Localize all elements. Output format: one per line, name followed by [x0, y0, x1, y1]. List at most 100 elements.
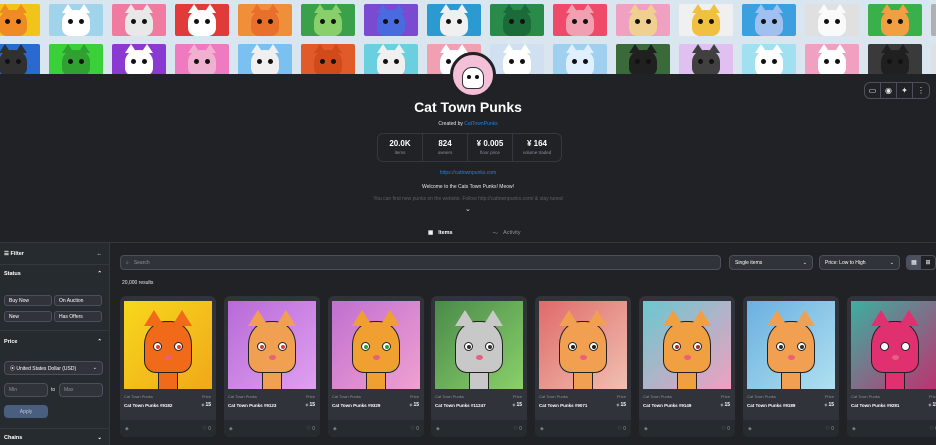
item-name[interactable]: Cat Town Punks #9149: [643, 403, 691, 408]
price-max-input[interactable]: Max: [59, 383, 103, 397]
status-has-offers-button[interactable]: Has Offers: [54, 311, 102, 322]
item-card[interactable]: Cat Town Punks Cat Town Punks #9182 Price ◆…: [120, 296, 216, 437]
item-image[interactable]: [851, 301, 936, 389]
sort-value: Price: Low to High: [825, 259, 866, 266]
item-name[interactable]: Cat Town Punks #9281: [851, 403, 899, 408]
filter-header[interactable]: ☰ Filter ←: [0, 249, 110, 259]
item-card[interactable]: Cat Town Punks Cat Town Punks #9071 Price ◆…: [535, 296, 631, 437]
like-button[interactable]: ♡ 0: [410, 426, 419, 432]
banner-cat-tile: [742, 4, 796, 36]
items-filter-select[interactable]: Single items ⌄: [729, 255, 813, 270]
heart-icon: ♡: [513, 425, 518, 432]
apply-price-button[interactable]: Apply: [4, 405, 48, 418]
website-link[interactable]: https://cattownpunks.com: [0, 170, 936, 176]
item-name[interactable]: Cat Town Punks #11247: [435, 403, 486, 408]
card-footer: ◈ ♡ 0: [431, 420, 527, 437]
status-section-header[interactable]: Status ⌃: [0, 269, 110, 279]
item-image[interactable]: [643, 301, 731, 389]
cat-image: [62, 4, 90, 36]
dollar-icon: ⦿: [10, 365, 16, 372]
item-price: ◆15: [616, 402, 626, 408]
tab-activity[interactable]: 〜 Activity: [483, 225, 531, 243]
like-button[interactable]: ♡ 0: [306, 426, 315, 432]
item-image[interactable]: [228, 301, 316, 389]
chains-section-header[interactable]: Chains ⌄: [0, 433, 110, 443]
item-collection[interactable]: Cat Town Punks: [332, 394, 361, 399]
status-on-auction-button[interactable]: On Auction: [54, 295, 102, 306]
item-collection[interactable]: Cat Town Punks: [539, 394, 568, 399]
item-name[interactable]: Cat Town Punks #9123: [228, 403, 276, 408]
price-label: Price: [409, 394, 419, 399]
banner-cat-tile: [49, 44, 103, 74]
stat-value: 824: [438, 139, 452, 148]
item-name[interactable]: Cat Town Punks #9182: [124, 403, 172, 408]
more-icon[interactable]: ⋮: [913, 83, 929, 98]
item-collection[interactable]: Cat Town Punks: [228, 394, 257, 399]
currency-select[interactable]: ⦿ United States Dollar (USD) ⌄: [4, 361, 103, 375]
item-image[interactable]: [747, 301, 835, 389]
like-button[interactable]: ♡ 0: [721, 426, 730, 432]
banner-cat-tile: [112, 4, 166, 36]
item-collection[interactable]: Cat Town Punks: [747, 394, 776, 399]
large-grid-icon[interactable]: ▦: [907, 256, 921, 269]
price-label: Price: [4, 339, 18, 345]
item-card[interactable]: Cat Town Punks Cat Town Punks #9123 Price ◆…: [224, 296, 320, 437]
item-collection[interactable]: Cat Town Punks: [643, 394, 672, 399]
price-value: 15: [620, 402, 626, 408]
item-card[interactable]: Cat Town Punks Cat Town Punks #9189 Price ◆…: [743, 296, 839, 437]
discord-icon[interactable]: ◉: [881, 83, 897, 98]
item-image[interactable]: [124, 301, 212, 389]
item-card[interactable]: Cat Town Punks Cat Town Punks #9281 Price ◆…: [847, 296, 936, 437]
banner-cat-tile: [0, 4, 40, 36]
currency-icon: ◆: [305, 402, 309, 407]
item-price: ◆15: [512, 402, 522, 408]
banner-cat-tile: [805, 44, 859, 74]
status-buy-now-button[interactable]: Buy Now: [4, 295, 52, 306]
item-card[interactable]: Cat Town Punks Cat Town Punks #9329 Price ◆…: [328, 296, 424, 437]
stat-volume[interactable]: ¥ 164 volume traded: [513, 134, 561, 161]
small-grid-icon[interactable]: ⊞: [921, 256, 935, 269]
like-button[interactable]: ♡ 0: [825, 426, 834, 432]
sort-select[interactable]: Price: Low to High ⌄: [819, 255, 900, 270]
search-icon: ⌕: [126, 259, 129, 266]
twitter-icon[interactable]: ✦: [897, 83, 913, 98]
like-button[interactable]: ♡ 0: [617, 426, 626, 432]
item-price: ◆15: [409, 402, 419, 408]
creator-link[interactable]: CatTownPunks: [464, 121, 497, 127]
collapse-arrow-icon[interactable]: ←: [97, 251, 103, 257]
web-icon[interactable]: ▭: [865, 83, 881, 98]
price-min-input[interactable]: Min: [4, 383, 48, 397]
item-image[interactable]: [435, 301, 523, 389]
item-card[interactable]: Cat Town Punks Cat Town Punks #11247 Price…: [431, 296, 527, 437]
item-card[interactable]: Cat Town Punks Cat Town Punks #9149 Price ◆…: [639, 296, 735, 437]
item-price: ◆15: [201, 402, 211, 408]
chain-icon: ◈: [748, 425, 752, 432]
stat-owners[interactable]: 824 owners: [423, 134, 468, 161]
expand-description-icon[interactable]: ⌄: [465, 205, 471, 213]
tab-divider: [0, 242, 936, 243]
status-new-button[interactable]: New: [4, 311, 52, 322]
item-image[interactable]: [539, 301, 627, 389]
banner-cat-tile: [616, 44, 670, 74]
item-name[interactable]: Cat Town Punks #9329: [332, 403, 380, 408]
item-collection[interactable]: Cat Town Punks: [851, 394, 880, 399]
cat-image: [692, 44, 720, 74]
like-button[interactable]: ♡ 0: [202, 426, 211, 432]
status-label: Status: [4, 271, 21, 277]
like-button[interactable]: ♡ 0: [929, 426, 936, 432]
tab-items[interactable]: ▦ Items: [418, 225, 463, 243]
stat-floor-price[interactable]: ¥ 0.005 floor price: [468, 134, 513, 161]
stat-items[interactable]: 20.0K items: [378, 134, 423, 161]
results-count: 20,000 results: [122, 280, 154, 286]
card-footer: ◈ ♡ 0: [639, 420, 735, 437]
item-name[interactable]: Cat Town Punks #9071: [539, 403, 587, 408]
banner-cat-tile: [301, 4, 355, 36]
item-collection[interactable]: Cat Town Punks: [435, 394, 464, 399]
like-button[interactable]: ♡ 0: [513, 426, 522, 432]
price-value: 15: [932, 402, 936, 408]
search-input[interactable]: ⌕ Search: [120, 255, 721, 270]
price-section-header[interactable]: Price ⌃: [0, 337, 110, 347]
item-name[interactable]: Cat Town Punks #9189: [747, 403, 795, 408]
item-collection[interactable]: Cat Town Punks: [124, 394, 153, 399]
item-image[interactable]: [332, 301, 420, 389]
